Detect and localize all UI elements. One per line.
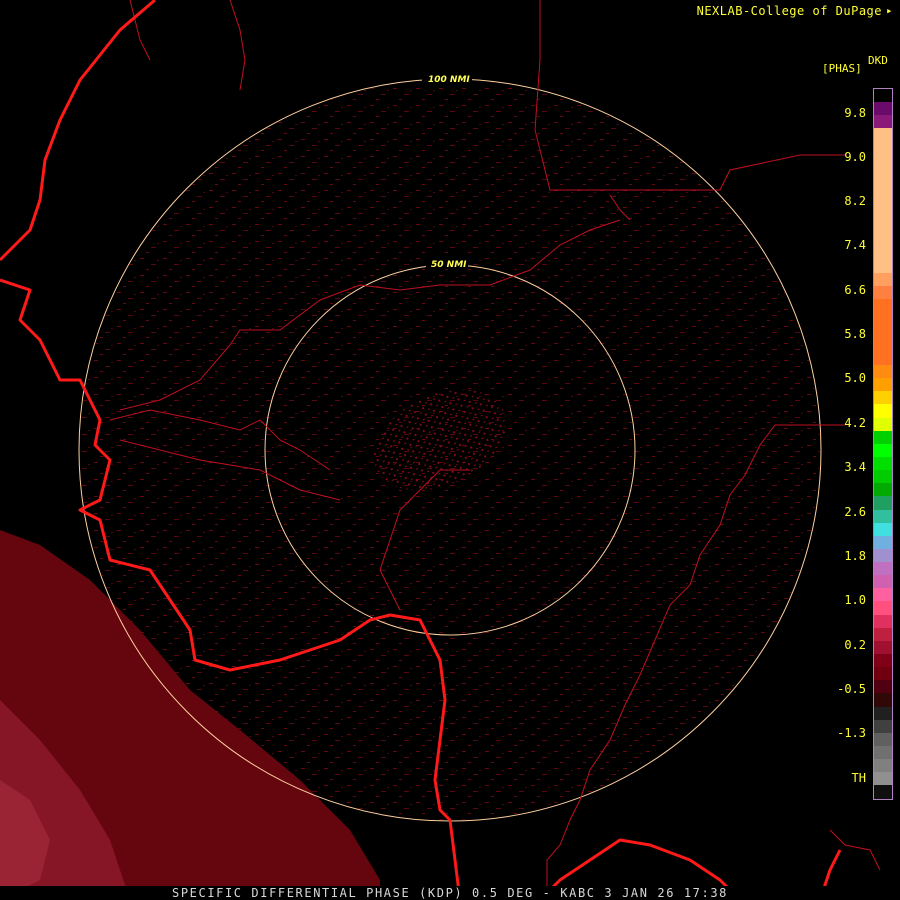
legend-tick-label: 4.2 (844, 416, 866, 430)
color-swatch (874, 443, 892, 457)
color-swatch (874, 535, 892, 549)
color-swatch (874, 732, 892, 747)
color-swatch (874, 259, 892, 273)
color-swatch (874, 338, 892, 352)
color-swatch (874, 680, 892, 694)
color-swatch (874, 102, 892, 116)
color-swatch (874, 115, 892, 129)
color-swatch (874, 470, 892, 484)
color-swatch (874, 706, 892, 720)
color-swatch (874, 286, 892, 300)
color-swatch (874, 509, 892, 523)
legend-tick-label: 1.0 (844, 593, 866, 607)
ring-label-100: 100 NMI (428, 75, 470, 85)
legend-tick-label: -1.3 (837, 726, 866, 740)
color-swatch (874, 364, 892, 379)
color-swatch (874, 272, 892, 287)
color-swatch (874, 640, 892, 655)
legend-tick-label: 8.2 (844, 194, 866, 208)
legend-tick-label: 9.8 (844, 106, 866, 120)
color-swatch (874, 246, 892, 260)
color-swatch (874, 483, 892, 497)
color-swatch (874, 141, 892, 155)
radar-display: 100 NMI 50 NMI NEXLAB-College of DuPage … (0, 0, 900, 900)
legend-tick-label: 3.4 (844, 460, 866, 474)
legend-tick-label: 2.6 (844, 505, 866, 519)
color-swatch (874, 299, 892, 313)
color-swatch (874, 456, 892, 471)
color-swatch (874, 430, 892, 444)
color-swatch (874, 325, 892, 339)
color-swatch (874, 562, 892, 576)
legend-tick-label: 9.0 (844, 150, 866, 164)
legend-product: DKD (868, 54, 888, 67)
color-swatch (874, 588, 892, 602)
product-footer: SPECIFIC DIFFERENTIAL PHASE (KDP) 0.5 DE… (0, 886, 900, 900)
color-swatch (874, 496, 892, 510)
color-swatch (874, 614, 892, 628)
color-swatch (874, 417, 892, 431)
color-swatch (874, 404, 892, 418)
color-swatch (874, 693, 892, 707)
color-swatch (874, 667, 892, 681)
color-swatch (874, 759, 892, 773)
color-swatch (874, 207, 892, 221)
color-swatch (874, 378, 892, 392)
legend-tick-label: 5.8 (844, 327, 866, 341)
legend-tick-label: 5.0 (844, 371, 866, 385)
legend-tick-label: TH (851, 771, 866, 785)
color-swatch (874, 220, 892, 234)
legend-tick-label: -0.5 (837, 682, 866, 696)
color-swatch (874, 233, 892, 247)
color-swatch (874, 575, 892, 589)
color-swatch (874, 785, 892, 799)
color-swatch (874, 154, 892, 168)
color-swatch (874, 312, 892, 326)
legend-tick-label: 6.6 (844, 283, 866, 297)
color-swatch (874, 548, 892, 563)
legend-tick-label: 7.4 (844, 238, 866, 252)
color-swatch (874, 128, 892, 142)
color-swatch (874, 89, 892, 103)
color-swatch (874, 627, 892, 641)
color-swatch (874, 654, 892, 668)
legend-units: [PHAS] (822, 62, 862, 75)
legend-tick-label: 1.8 (844, 549, 866, 563)
color-scale-bar (873, 88, 893, 800)
color-swatch (874, 746, 892, 760)
radar-map: 100 NMI 50 NMI (0, 0, 881, 900)
color-swatch (874, 167, 892, 181)
color-swatch (874, 772, 892, 786)
color-swatch (874, 194, 892, 208)
color-swatch (874, 522, 892, 536)
color-swatch (874, 351, 892, 365)
color-swatch (874, 601, 892, 615)
color-swatch (874, 391, 892, 405)
ring-label-50: 50 NMI (431, 260, 467, 270)
color-swatch (874, 180, 892, 195)
nexlab-logo-icon: ▸ (886, 4, 893, 17)
credit-text: NEXLAB-College of DuPage (696, 4, 882, 18)
color-swatch (874, 719, 892, 733)
legend-tick-label: 0.2 (844, 638, 866, 652)
